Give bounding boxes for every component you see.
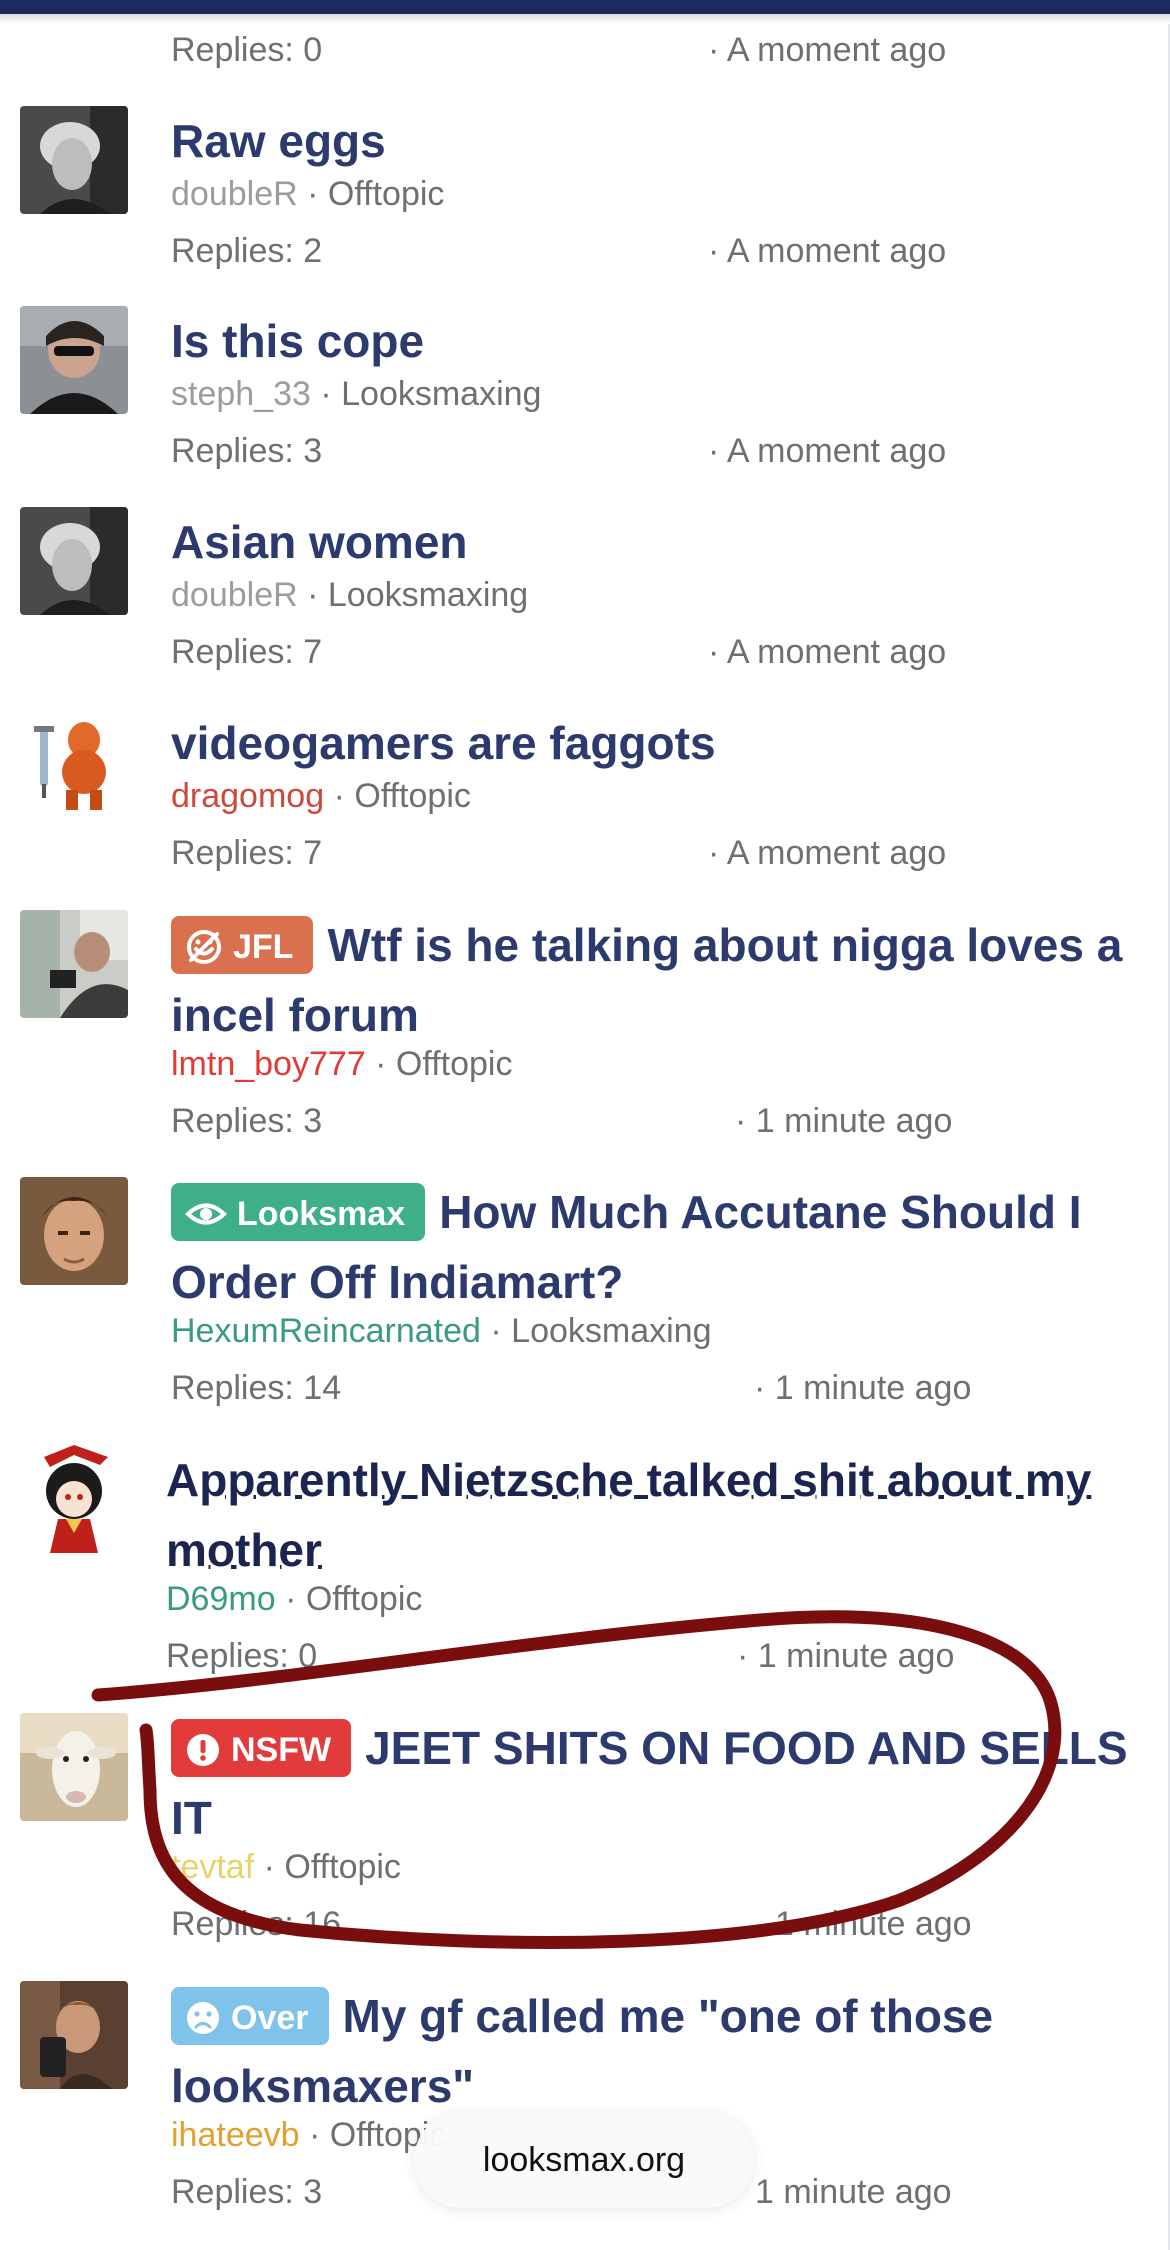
- reply-count: Replies: 16: [171, 1905, 342, 1943]
- forum-link[interactable]: · Offtopic: [264, 1848, 401, 1886]
- thread-item[interactable]: Apparently Nietzsche talked shit about m…: [0, 1443, 1170, 1699]
- thread-title-link[interactable]: Raw eggs: [171, 104, 1150, 174]
- previous-thread-meta: Replies: 0 · A moment ago: [171, 31, 1071, 70]
- thread-meta-line: tevtaf · Offtopic: [171, 1848, 401, 1887]
- thread-time: 1 minute ago: [775, 1905, 972, 1943]
- author-link[interactable]: doubleR: [171, 175, 298, 213]
- thread-time: · A moment ago: [708, 232, 947, 270]
- thread-time: · 1 minute ago: [735, 1102, 953, 1140]
- thread-time: · A moment ago: [708, 633, 947, 671]
- reply-count: Replies: 7: [171, 834, 323, 872]
- reply-count: Replies: 2: [171, 232, 323, 270]
- forum-link[interactable]: · Offtopic: [334, 777, 471, 815]
- thread-item[interactable]: Asian women doubleR · Looksmaxing Replie…: [0, 505, 1170, 695]
- avatar[interactable]: [20, 306, 128, 414]
- author-link[interactable]: doubleR: [171, 576, 298, 614]
- thread-time: · A moment ago: [708, 432, 947, 470]
- prefix-badge-nsfw: NSFW: [171, 1718, 352, 1777]
- thread-stats-line: Replies: 16 1 minute ago: [171, 1905, 1071, 1944]
- thread-meta-line: D69mo · Offtopic: [166, 1580, 422, 1619]
- author-link[interactable]: dragomog: [171, 777, 324, 815]
- avatar[interactable]: [20, 708, 128, 816]
- thread-title-link[interactable]: Over My gf called me "one of those looks…: [171, 1979, 1150, 2119]
- avatar[interactable]: [20, 910, 128, 1018]
- thread-stats-line: Replies: 7 · A moment ago: [171, 834, 1071, 873]
- forum-link[interactable]: · Looksmaxing: [490, 1312, 711, 1350]
- thread-meta-line: HexumReincarnated · Looksmaxing: [171, 1312, 712, 1351]
- thread-meta-line: dragomog · Offtopic: [171, 777, 471, 816]
- reply-count: Replies: 14: [171, 1369, 342, 1407]
- forum-link[interactable]: · Offtopic: [307, 175, 444, 213]
- thread-meta-line: steph_33 · Looksmaxing: [171, 375, 541, 414]
- thread-item[interactable]: Looksmax How Much Accutane Should I Orde…: [0, 1175, 1170, 1431]
- reply-count: Replies: 0: [166, 1637, 318, 1675]
- forum-link[interactable]: · Offtopic: [285, 1580, 422, 1618]
- forum-link[interactable]: · Looksmaxing: [307, 576, 528, 614]
- thread-time: · 1 minute ago: [737, 1637, 955, 1675]
- avatar[interactable]: [20, 1177, 128, 1285]
- author-link[interactable]: ihateevb: [171, 2116, 300, 2154]
- forum-link[interactable]: · Looksmaxing: [320, 375, 541, 413]
- thread-stats-line: Replies: 3 · 1 minute ago: [171, 1102, 1071, 1141]
- avatar[interactable]: [20, 507, 128, 615]
- thread-stats-line: Replies: 2 · A moment ago: [171, 232, 1071, 271]
- browser-url-bar[interactable]: looksmax.org: [414, 2112, 754, 2208]
- thread-stats-line: Replies: 3 · A moment ago: [171, 432, 1071, 471]
- avatar[interactable]: [20, 1445, 128, 1553]
- thread-item[interactable]: NSFW JEET SHITS ON FOOD AND SELLS IT tev…: [0, 1711, 1170, 1967]
- thread-title-link[interactable]: JFL Wtf is he talking about nigga loves …: [171, 908, 1150, 1048]
- reply-count: Replies: 0: [171, 31, 323, 69]
- prefix-badge-over: Over: [171, 1986, 329, 2045]
- forum-link[interactable]: · Offtopic: [375, 1045, 512, 1083]
- prefix-badge-looksmax: Looksmax: [171, 1182, 426, 1241]
- thread-title-link[interactable]: Asian women: [171, 505, 1150, 575]
- thread-item[interactable]: Is this cope steph_33 · Looksmaxing Repl…: [0, 304, 1170, 494]
- author-link[interactable]: HexumReincarnated: [171, 1312, 481, 1350]
- prefix-badge-jfl: JFL: [171, 915, 314, 974]
- author-link[interactable]: lmtn_boy777: [171, 1045, 366, 1083]
- no-laugh-icon: [185, 928, 223, 966]
- top-nav-bar: [0, 0, 1170, 14]
- reply-count: Replies: 3: [171, 2173, 323, 2211]
- avatar[interactable]: [20, 1981, 128, 2089]
- author-link[interactable]: tevtaf: [171, 1848, 254, 1886]
- thread-title-link[interactable]: Is this cope: [171, 304, 1150, 374]
- thread-title-link[interactable]: Looksmax How Much Accutane Should I Orde…: [171, 1175, 1150, 1315]
- thread-time: · 1 minute ago: [754, 1369, 972, 1407]
- thread-title-link[interactable]: NSFW JEET SHITS ON FOOD AND SELLS IT: [171, 1711, 1150, 1851]
- reply-count: Replies: 7: [171, 633, 323, 671]
- thread-stats-line: Replies: 14 · 1 minute ago: [171, 1369, 1071, 1408]
- alert-icon: [185, 1732, 221, 1768]
- top-nav-shadow: [0, 14, 1170, 24]
- thread-stats-line: Replies: 0 · 1 minute ago: [166, 1637, 1066, 1676]
- thread-meta-line: doubleR · Offtopic: [171, 175, 444, 214]
- author-link[interactable]: D69mo: [166, 1580, 276, 1618]
- reply-count: Replies: 3: [171, 432, 323, 470]
- thread-item[interactable]: Raw eggs doubleR · Offtopic Replies: 2 ·…: [0, 104, 1170, 294]
- thread-title-link[interactable]: videogamers are faggots: [171, 706, 1150, 776]
- thread-meta-line: lmtn_boy777 · Offtopic: [171, 1045, 512, 1084]
- thread-meta-line: doubleR · Looksmaxing: [171, 576, 528, 615]
- thread-item[interactable]: videogamers are faggots dragomog · Offto…: [0, 706, 1170, 896]
- thread-time: 1 minute ago: [755, 2173, 952, 2211]
- thread-stats-line: Replies: 7 · A moment ago: [171, 633, 1071, 672]
- sad-face-icon: [185, 2000, 221, 2036]
- thread-meta-line: ihateevb · Offtopic: [171, 2116, 446, 2155]
- reply-count: Replies: 3: [171, 1102, 323, 1140]
- thread-item[interactable]: JFL Wtf is he talking about nigga loves …: [0, 908, 1170, 1164]
- eye-icon: [185, 1199, 227, 1229]
- url-domain: looksmax.org: [482, 2141, 686, 2179]
- author-link[interactable]: steph_33: [171, 375, 311, 413]
- thread-time: · A moment ago: [708, 834, 947, 872]
- avatar[interactable]: [20, 1713, 128, 1821]
- avatar[interactable]: [20, 106, 128, 214]
- thread-time: · A moment ago: [708, 31, 947, 69]
- thread-title-link[interactable]: Apparently Nietzsche talked shit about m…: [166, 1443, 1150, 1583]
